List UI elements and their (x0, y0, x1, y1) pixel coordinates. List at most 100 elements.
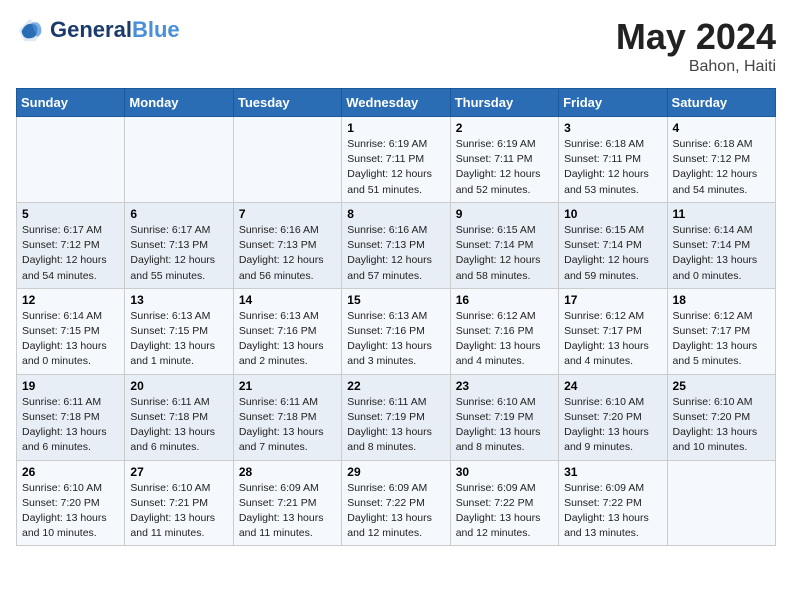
calendar-header: SundayMondayTuesdayWednesdayThursdayFrid… (17, 89, 776, 117)
day-info: Sunrise: 6:12 AMSunset: 7:16 PMDaylight:… (456, 309, 553, 370)
day-cell-24: 24Sunrise: 6:10 AMSunset: 7:20 PMDayligh… (559, 374, 667, 460)
day-cell-29: 29Sunrise: 6:09 AMSunset: 7:22 PMDayligh… (342, 460, 450, 546)
day-info: Sunrise: 6:18 AMSunset: 7:11 PMDaylight:… (564, 137, 661, 198)
week-row-2: 5Sunrise: 6:17 AMSunset: 7:12 PMDaylight… (17, 202, 776, 288)
day-number: 4 (673, 121, 770, 135)
day-cell-9: 9 Sunrise: 6:15 AMSunset: 7:14 PMDaylight… (450, 202, 558, 288)
day-info: Sunrise: 6:15 AMSunset: 7:14 PMDaylight:… (564, 223, 661, 284)
column-header-sunday: Sunday (17, 89, 125, 117)
day-number: 5 (22, 207, 119, 221)
week-row-5: 26 Sunrise: 6:10 AMSunset: 7:20 PMDayligh… (17, 460, 776, 546)
day-info: Sunrise: 6:14 AMSunset: 7:15 PMDaylight:… (22, 309, 119, 370)
day-number: 9 (456, 207, 553, 221)
day-cell-26: 26 Sunrise: 6:10 AMSunset: 7:20 PMDayligh… (17, 460, 125, 546)
day-cell-15: 15Sunrise: 6:13 AMSunset: 7:16 PMDayligh… (342, 288, 450, 374)
day-info: Sunrise: 6:09 AMSunset: 7:21 PMDaylight:… (239, 481, 336, 542)
day-cell-8: 8Sunrise: 6:16 AMSunset: 7:13 PMDaylight… (342, 202, 450, 288)
day-number: 31 (564, 465, 661, 479)
day-info: Sunrise: 6:19 AMSunset: 7:11 PMDaylight:… (347, 137, 444, 198)
day-info: Sunrise: 6:14 AMSunset: 7:14 PMDaylight:… (673, 223, 770, 284)
day-info: Sunrise: 6:10 AMSunset: 7:19 PMDaylight:… (456, 395, 553, 456)
day-cell-3: 3Sunrise: 6:18 AMSunset: 7:11 PMDaylight… (559, 117, 667, 203)
day-cell-14: 14 Sunrise: 6:13 AMSunset: 7:16 PMDayligh… (233, 288, 341, 374)
day-cell-28: 28 Sunrise: 6:09 AMSunset: 7:21 PMDayligh… (233, 460, 341, 546)
day-cell-18: 18 Sunrise: 6:12 AMSunset: 7:17 PMDayligh… (667, 288, 775, 374)
day-number: 22 (347, 379, 444, 393)
location-subtitle: Bahon, Haiti (616, 58, 776, 76)
calendar-body: 1 Sunrise: 6:19 AMSunset: 7:11 PMDaylight… (17, 117, 776, 546)
day-number: 29 (347, 465, 444, 479)
day-cell-empty (125, 117, 233, 203)
day-cell-13: 13Sunrise: 6:13 AMSunset: 7:15 PMDayligh… (125, 288, 233, 374)
column-header-wednesday: Wednesday (342, 89, 450, 117)
day-info: Sunrise: 6:12 AMSunset: 7:17 PMDaylight:… (673, 309, 770, 370)
day-cell-19: 19 Sunrise: 6:11 AMSunset: 7:18 PMDayligh… (17, 374, 125, 460)
day-cell-empty (233, 117, 341, 203)
day-cell-empty (17, 117, 125, 203)
day-cell-20: 20 Sunrise: 6:11 AMSunset: 7:18 PMDayligh… (125, 374, 233, 460)
day-info: Sunrise: 6:16 AMSunset: 7:13 PMDaylight:… (347, 223, 444, 284)
day-cell-1: 1 Sunrise: 6:19 AMSunset: 7:11 PMDaylight… (342, 117, 450, 203)
day-info: Sunrise: 6:13 AMSunset: 7:16 PMDaylight:… (239, 309, 336, 370)
day-cell-7: 7 Sunrise: 6:16 AMSunset: 7:13 PMDaylight… (233, 202, 341, 288)
day-cell-10: 10Sunrise: 6:15 AMSunset: 7:14 PMDayligh… (559, 202, 667, 288)
day-number: 17 (564, 293, 661, 307)
title-block: May 2024 Bahon, Haiti (616, 16, 776, 76)
day-number: 16 (456, 293, 553, 307)
day-info: Sunrise: 6:10 AMSunset: 7:20 PMDaylight:… (564, 395, 661, 456)
day-number: 14 (239, 293, 336, 307)
day-number: 12 (22, 293, 119, 307)
day-cell-22: 22 Sunrise: 6:11 AMSunset: 7:19 PMDayligh… (342, 374, 450, 460)
column-header-monday: Monday (125, 89, 233, 117)
day-info: Sunrise: 6:13 AMSunset: 7:16 PMDaylight:… (347, 309, 444, 370)
column-header-friday: Friday (559, 89, 667, 117)
day-info: Sunrise: 6:11 AMSunset: 7:18 PMDaylight:… (239, 395, 336, 456)
day-number: 23 (456, 379, 553, 393)
day-number: 19 (22, 379, 119, 393)
day-info: Sunrise: 6:15 AMSunset: 7:14 PMDaylight:… (456, 223, 553, 284)
day-info: Sunrise: 6:10 AMSunset: 7:20 PMDaylight:… (22, 481, 119, 542)
day-cell-11: 11 Sunrise: 6:14 AMSunset: 7:14 PMDayligh… (667, 202, 775, 288)
calendar-table: SundayMondayTuesdayWednesdayThursdayFrid… (16, 88, 776, 546)
day-number: 11 (673, 207, 770, 221)
month-year-title: May 2024 (616, 16, 776, 58)
day-number: 18 (673, 293, 770, 307)
day-number: 1 (347, 121, 444, 135)
day-info: Sunrise: 6:13 AMSunset: 7:15 PMDaylight:… (130, 309, 227, 370)
day-info: Sunrise: 6:11 AMSunset: 7:18 PMDaylight:… (22, 395, 119, 456)
logo-icon (16, 16, 44, 44)
day-info: Sunrise: 6:19 AMSunset: 7:11 PMDaylight:… (456, 137, 553, 198)
day-info: Sunrise: 6:12 AMSunset: 7:17 PMDaylight:… (564, 309, 661, 370)
day-info: Sunrise: 6:10 AMSunset: 7:20 PMDaylight:… (673, 395, 770, 456)
day-number: 28 (239, 465, 336, 479)
day-cell-16: 16 Sunrise: 6:12 AMSunset: 7:16 PMDayligh… (450, 288, 558, 374)
day-cell-6: 6Sunrise: 6:17 AMSunset: 7:13 PMDaylight… (125, 202, 233, 288)
day-info: Sunrise: 6:11 AMSunset: 7:18 PMDaylight:… (130, 395, 227, 456)
day-number: 26 (22, 465, 119, 479)
day-cell-31: 31 Sunrise: 6:09 AMSunset: 7:22 PMDayligh… (559, 460, 667, 546)
header-row: SundayMondayTuesdayWednesdayThursdayFrid… (17, 89, 776, 117)
day-number: 2 (456, 121, 553, 135)
week-row-4: 19 Sunrise: 6:11 AMSunset: 7:18 PMDayligh… (17, 374, 776, 460)
day-number: 25 (673, 379, 770, 393)
day-info: Sunrise: 6:16 AMSunset: 7:13 PMDaylight:… (239, 223, 336, 284)
day-number: 27 (130, 465, 227, 479)
day-number: 20 (130, 379, 227, 393)
column-header-tuesday: Tuesday (233, 89, 341, 117)
day-cell-5: 5Sunrise: 6:17 AMSunset: 7:12 PMDaylight… (17, 202, 125, 288)
day-number: 30 (456, 465, 553, 479)
day-cell-21: 21Sunrise: 6:11 AMSunset: 7:18 PMDayligh… (233, 374, 341, 460)
day-number: 7 (239, 207, 336, 221)
day-cell-27: 27Sunrise: 6:10 AMSunset: 7:21 PMDayligh… (125, 460, 233, 546)
column-header-thursday: Thursday (450, 89, 558, 117)
logo-text: GeneralBlue (50, 19, 180, 41)
day-info: Sunrise: 6:18 AMSunset: 7:12 PMDaylight:… (673, 137, 770, 198)
page-header: GeneralBlue May 2024 Bahon, Haiti (16, 16, 776, 76)
column-header-saturday: Saturday (667, 89, 775, 117)
day-info: Sunrise: 6:09 AMSunset: 7:22 PMDaylight:… (564, 481, 661, 542)
logo: GeneralBlue (16, 16, 180, 44)
day-info: Sunrise: 6:11 AMSunset: 7:19 PMDaylight:… (347, 395, 444, 456)
week-row-1: 1 Sunrise: 6:19 AMSunset: 7:11 PMDaylight… (17, 117, 776, 203)
week-row-3: 12 Sunrise: 6:14 AMSunset: 7:15 PMDayligh… (17, 288, 776, 374)
day-cell-12: 12 Sunrise: 6:14 AMSunset: 7:15 PMDayligh… (17, 288, 125, 374)
